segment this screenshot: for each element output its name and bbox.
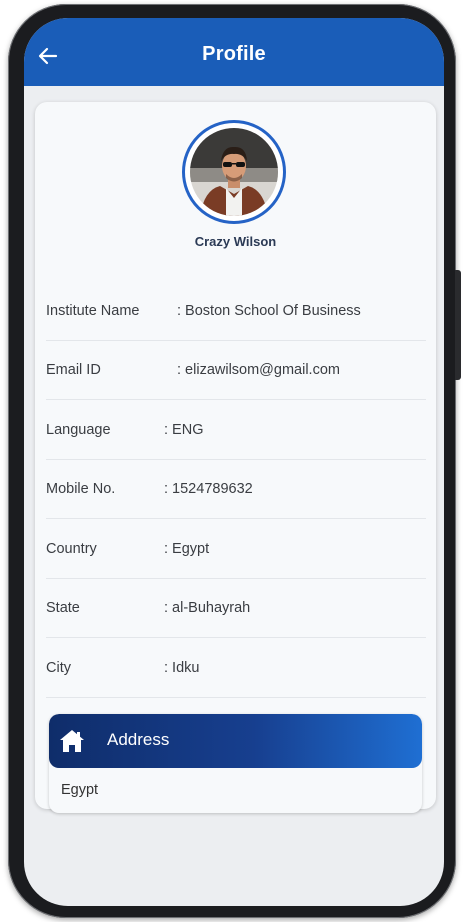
app-header: Profile [24, 18, 444, 86]
info-row-language: Language : ENG [46, 401, 426, 460]
field-value: : 1524789632 [164, 481, 253, 497]
info-row-institute: Institute Name : Boston School Of Busine… [46, 282, 426, 341]
home-icon [60, 730, 84, 752]
address-value: Egypt [61, 782, 99, 798]
info-row-country: Country : Egypt [46, 520, 426, 579]
field-value: : elizawilsom@gmail.com [177, 362, 340, 378]
address-header: Address [49, 714, 422, 768]
field-label: Country [46, 541, 97, 557]
info-row-mobile: Mobile No. : 1524789632 [46, 460, 426, 519]
user-name: Crazy Wilson [194, 234, 277, 249]
field-value: : Idku [164, 660, 200, 676]
field-label: Language [46, 422, 111, 438]
profile-card: Crazy Wilson Institute Name : Boston Sch… [35, 102, 436, 813]
info-row-email: Email ID : elizawilsom@gmail.com [46, 341, 426, 400]
phone-side-button [455, 270, 461, 380]
field-label: Mobile No. [46, 481, 116, 497]
address-title: Address [107, 730, 170, 749]
field-value: : ENG [164, 422, 204, 438]
field-label: Institute Name [46, 303, 140, 319]
field-value: : Egypt [164, 541, 210, 557]
app-screen: Profile Crazy Wilson Institute Name: Bo… [24, 18, 444, 906]
field-label: State [46, 600, 80, 616]
address-card: Address Egypt [49, 714, 422, 813]
avatar[interactable] [182, 120, 286, 224]
profile-photo [190, 128, 278, 216]
field-label: Email ID [46, 362, 101, 378]
field-value: : al-Buhayrah [164, 600, 251, 616]
page-title: Profile [202, 43, 266, 65]
info-row-city: City : Idku [46, 639, 426, 698]
field-value: : Boston School Of Business [177, 303, 361, 319]
field-label: City [46, 660, 71, 676]
info-row-state: State : al-Buhayrah [46, 579, 426, 638]
